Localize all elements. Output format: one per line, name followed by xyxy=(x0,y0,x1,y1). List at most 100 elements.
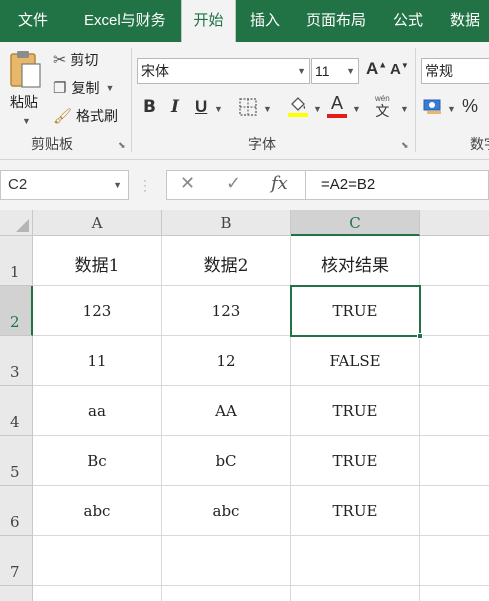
percent-button[interactable]: % xyxy=(462,96,478,117)
cell-a7[interactable] xyxy=(33,536,162,586)
paste-button[interactable] xyxy=(6,48,44,90)
cell-c8[interactable] xyxy=(291,586,420,601)
tab-home[interactable]: 开始 xyxy=(181,0,236,42)
cell-b3[interactable]: 12 xyxy=(162,336,291,386)
paste-label[interactable]: 粘贴 xyxy=(10,92,38,112)
accounting-format-button[interactable] xyxy=(423,97,443,115)
cell-a3[interactable]: 11 xyxy=(33,336,162,386)
cell-a8[interactable] xyxy=(33,586,162,601)
cell-b4[interactable]: AA xyxy=(162,386,291,436)
group-divider xyxy=(415,48,416,152)
cell-value: AA xyxy=(215,402,237,420)
worksheet-grid: A B C 1 2 3 4 5 6 7 数据1 数据2 核对结果 123 123… xyxy=(0,210,489,601)
bold-button[interactable]: B xyxy=(143,97,156,117)
row-header-8[interactable] xyxy=(0,586,33,601)
number-format-select[interactable]: 常规 xyxy=(421,58,489,84)
row-header-6[interactable]: 6 xyxy=(0,486,33,536)
resize-handle-icon[interactable]: · · · xyxy=(143,174,147,196)
column-header-c[interactable]: C xyxy=(291,210,420,236)
cell-d2[interactable] xyxy=(420,286,489,336)
row-header-1[interactable]: 1 xyxy=(0,236,33,286)
tab-page-layout[interactable]: 页面布局 xyxy=(306,0,366,42)
tab-excel-finance[interactable]: Excel与财务 xyxy=(84,0,166,42)
copy-button[interactable]: ❐ 复制 ▼ xyxy=(53,78,114,98)
column-header-b[interactable]: B xyxy=(162,210,291,236)
cell-b5[interactable]: bC xyxy=(162,436,291,486)
underline-button[interactable]: U xyxy=(195,97,207,117)
formula-input[interactable]: =A2=B2 xyxy=(306,170,489,200)
cell-c4[interactable]: TRUE xyxy=(291,386,420,436)
cell-b2[interactable]: 123 xyxy=(162,286,291,336)
row-header-4[interactable]: 4 xyxy=(0,386,33,436)
font-name-select[interactable]: 宋体 ▼ xyxy=(137,58,310,84)
row-number: 3 xyxy=(10,363,20,381)
font-size-select[interactable]: 11 ▼ xyxy=(311,58,359,84)
column-header-d[interactable] xyxy=(420,210,489,236)
row-header-5[interactable]: 5 xyxy=(0,436,33,486)
borders-button[interactable] xyxy=(238,97,258,117)
row-header-7[interactable]: 7 xyxy=(0,536,33,586)
cell-c5[interactable]: TRUE xyxy=(291,436,420,486)
shrink-font-button[interactable]: A▼ xyxy=(390,61,409,78)
row-number: 5 xyxy=(10,463,20,481)
phonetic-button[interactable]: wén 文 xyxy=(375,94,390,119)
cell-d1[interactable] xyxy=(420,236,489,286)
fill-color-button[interactable] xyxy=(287,94,309,118)
cell-c7[interactable] xyxy=(291,536,420,586)
grow-font-button[interactable]: A▲ xyxy=(366,59,387,79)
cell-a4[interactable]: aa xyxy=(33,386,162,436)
cell-d3[interactable] xyxy=(420,336,489,386)
cell-b8[interactable] xyxy=(162,586,291,601)
underline-dropdown-icon[interactable]: ▼ xyxy=(214,104,223,114)
select-all-button[interactable] xyxy=(0,210,33,236)
accounting-dropdown-icon[interactable]: ▼ xyxy=(447,104,456,114)
enter-icon[interactable]: ✓ xyxy=(226,173,241,194)
italic-button[interactable]: I xyxy=(171,97,179,117)
cell-c6[interactable]: TRUE xyxy=(291,486,420,536)
cell-d6[interactable] xyxy=(420,486,489,536)
cell-b7[interactable] xyxy=(162,536,291,586)
tab-data[interactable]: 数据 xyxy=(450,0,480,42)
clipboard-launcher-icon[interactable]: ⬊ xyxy=(118,140,126,151)
copy-dropdown-icon[interactable]: ▼ xyxy=(105,83,114,93)
cell-d4[interactable] xyxy=(420,386,489,436)
fill-color-dropdown-icon[interactable]: ▼ xyxy=(313,104,322,114)
paste-icon xyxy=(10,51,41,88)
cell-d7[interactable] xyxy=(420,536,489,586)
cell-value: FALSE xyxy=(329,352,381,370)
font-name-value: 宋体 xyxy=(141,63,169,79)
cell-a2[interactable]: 123 xyxy=(33,286,162,336)
format-painter-button[interactable]: 🖌 格式刷 xyxy=(53,106,118,126)
cell-c3[interactable]: FALSE xyxy=(291,336,420,386)
row-header-2[interactable]: 2 xyxy=(0,286,33,336)
insert-function-icon[interactable]: fx xyxy=(271,173,288,194)
select-all-icon xyxy=(16,219,29,232)
name-box[interactable]: C2 ▼ xyxy=(0,170,129,200)
paste-dropdown-icon[interactable]: ▼ xyxy=(22,116,31,126)
font-launcher-icon[interactable]: ⬊ xyxy=(401,140,409,151)
cancel-icon[interactable]: ✕ xyxy=(180,173,195,194)
cell-a6[interactable]: abc xyxy=(33,486,162,536)
borders-dropdown-icon[interactable]: ▼ xyxy=(263,104,272,114)
font-color-button[interactable]: A xyxy=(327,94,347,118)
cut-button[interactable]: ✂ 剪切 xyxy=(53,50,98,70)
tab-formulas[interactable]: 公式 xyxy=(393,0,423,42)
cell-d8[interactable] xyxy=(420,586,489,601)
fill-handle[interactable] xyxy=(417,333,423,339)
phonetic-dropdown-icon[interactable]: ▼ xyxy=(400,104,409,114)
cell-d5[interactable] xyxy=(420,436,489,486)
cell-c2[interactable]: TRUE xyxy=(291,286,420,336)
cell-value: Bc xyxy=(87,452,107,470)
row-header-3[interactable]: 3 xyxy=(0,336,33,386)
column-header-a[interactable]: A xyxy=(33,210,162,236)
cell-a1[interactable]: 数据1 xyxy=(33,236,162,286)
cell-b1[interactable]: 数据2 xyxy=(162,236,291,286)
cell-a5[interactable]: Bc xyxy=(33,436,162,486)
shrink-font-icon: A xyxy=(390,61,401,78)
tab-file[interactable]: 文件 xyxy=(18,0,48,42)
cell-c1[interactable]: 核对结果 xyxy=(291,236,420,286)
tab-insert[interactable]: 插入 xyxy=(250,0,280,42)
font-color-swatch xyxy=(327,114,347,118)
cell-b6[interactable]: abc xyxy=(162,486,291,536)
font-color-dropdown-icon[interactable]: ▼ xyxy=(352,104,361,114)
